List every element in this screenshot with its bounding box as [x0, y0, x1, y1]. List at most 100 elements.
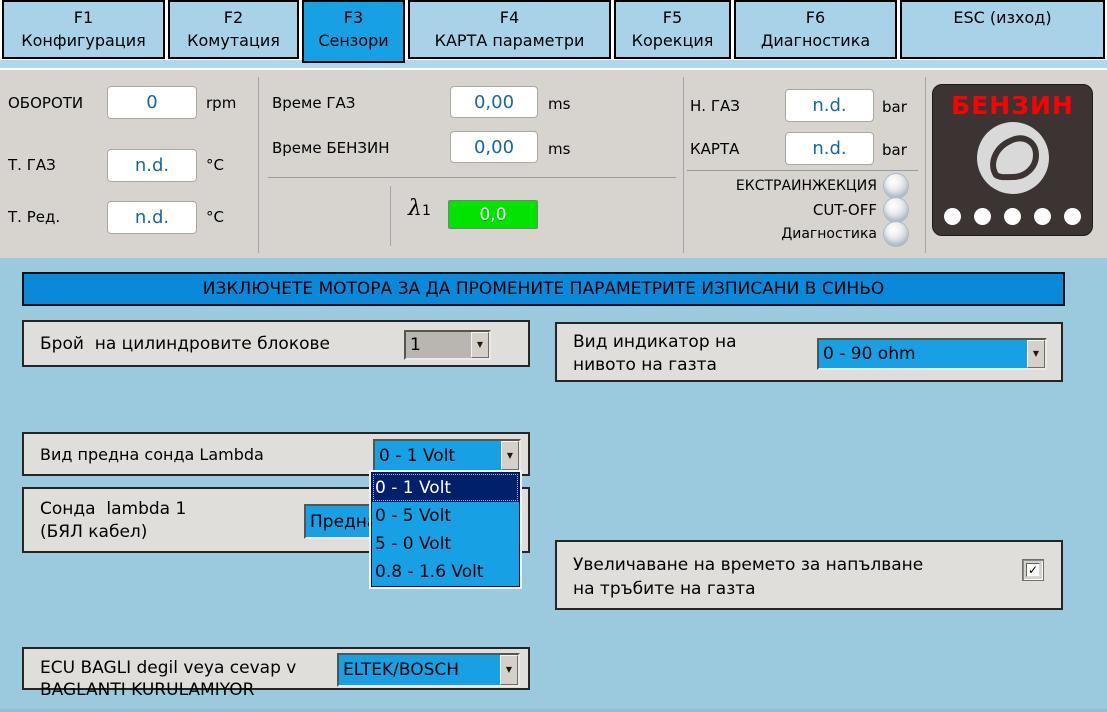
- chevron-down-icon: ▼: [1033, 350, 1039, 358]
- front-lambda-select[interactable]: 0 - 1 Volt ▼: [373, 439, 521, 472]
- lambda1-label: λ1: [408, 196, 431, 221]
- level-indicator-label: Вид индикатор нанивото на газта: [573, 331, 737, 377]
- tab-label: Диагностика: [736, 29, 895, 52]
- cylinder-count-select[interactable]: 1 ▼: [404, 330, 491, 360]
- panel-cylinder-count: Брой на цилиндровите блокове 1 ▼: [22, 320, 530, 367]
- tab-f6-diagnostics[interactable]: F6 Диагностика: [734, 0, 897, 59]
- tab-key: F4: [410, 6, 609, 29]
- t-reducer-value: n.d.: [107, 201, 197, 234]
- map-pressure-unit: bar: [882, 141, 907, 159]
- ecu-select[interactable]: ELTEK/BOSCH ▼: [337, 653, 520, 687]
- tab-key: F3: [304, 6, 403, 29]
- dropdown-arrow-button[interactable]: ▼: [501, 441, 519, 470]
- dropdown-arrow-button[interactable]: ▼: [1027, 340, 1045, 368]
- tab-label: Конфигурация: [4, 29, 163, 52]
- divider: [390, 186, 391, 246]
- dropdown-arrow-button[interactable]: ▼: [471, 332, 489, 358]
- lambda1-probe-label: Сонда lambda 1(БЯЛ кабел): [40, 498, 186, 544]
- time-petrol-label: Време БЕНЗИН: [272, 139, 390, 157]
- gas-pressure-value: n.d.: [785, 89, 874, 122]
- fuel-level-dot: [1034, 208, 1051, 225]
- fuel-level-dot: [1004, 208, 1021, 225]
- led-row-cutoff: CUT-OFF: [813, 198, 908, 222]
- pipe-fill-checkbox[interactable]: ✓: [1022, 559, 1044, 581]
- cylinder-count-label: Брой на цилиндровите блокове: [40, 334, 330, 354]
- map-pressure-label: КАРТА: [690, 140, 739, 158]
- divider: [687, 170, 918, 171]
- fuel-level-dot: [944, 208, 961, 225]
- time-gas-label: Време ГАЗ: [272, 94, 355, 112]
- time-gas-unit: ms: [548, 95, 570, 113]
- gas-pressure-label: Н. ГАЗ: [690, 97, 740, 115]
- cutoff-led-icon: [884, 198, 908, 222]
- map-pressure-value: n.d.: [785, 132, 874, 165]
- tab-f1-configuration[interactable]: F1 Конфигурация: [2, 0, 165, 59]
- tab-key: F1: [4, 6, 163, 29]
- panel-level-indicator: Вид индикатор нанивото на газта 0 - 90 o…: [555, 322, 1063, 382]
- divider: [258, 77, 259, 253]
- pipe-fill-label: Увеличаване на времето за напълванена тр…: [573, 553, 923, 601]
- time-petrol-unit: ms: [548, 140, 570, 158]
- fuel-level-dot: [974, 208, 991, 225]
- ecu-label-line2: BAGLANTI KURULAMIYOR: [40, 680, 254, 700]
- fuel-level-dots: [933, 208, 1092, 225]
- chevron-down-icon: ▼: [477, 341, 483, 349]
- level-indicator-value: 0 - 90 ohm: [819, 340, 1027, 368]
- t-reducer-label: Т. Ред.: [8, 208, 60, 226]
- front-lambda-options-list: 0 - 1 Volt 0 - 5 Volt 5 - 0 Volt 0.8 - 1…: [371, 472, 520, 587]
- tab-label: Корекция: [616, 29, 729, 52]
- engine-off-notice: ИЗКЛЮЧЕТЕ МОТОРА ЗА ДА ПРОМЕНИТЕ ПАРАМЕТ…: [22, 272, 1065, 306]
- led-row-extra-injection: ЕКСТРАИНЖЕКЦИЯ: [736, 174, 908, 198]
- option-5-0-volt[interactable]: 5 - 0 Volt: [372, 530, 519, 558]
- divider: [268, 177, 676, 178]
- t-gas-unit: °C: [206, 156, 224, 174]
- front-lambda-value: 0 - 1 Volt: [375, 441, 501, 470]
- tab-label: Сензори: [304, 29, 403, 52]
- led-row-diagnostics: Диагностика: [781, 222, 908, 246]
- option-0.8-1.6-volt[interactable]: 0.8 - 1.6 Volt: [372, 558, 519, 586]
- extra-injection-label: ЕКСТРАИНЖЕКЦИЯ: [736, 178, 877, 194]
- t-gas-value: n.d.: [107, 149, 197, 182]
- tab-strip: [0, 60, 1107, 68]
- rpm-unit: rpm: [206, 94, 236, 112]
- divider: [683, 77, 684, 253]
- fuel-level-dot: [1064, 208, 1081, 225]
- tab-f3-sensors[interactable]: F3 Сензори: [302, 0, 405, 63]
- tab-bar: F1 Конфигурация F2 Комутация F3 Сензори …: [0, 0, 1107, 62]
- ecu-value: ELTEK/BOSCH: [339, 655, 500, 685]
- cutoff-label: CUT-OFF: [813, 201, 877, 219]
- readout-panel: ОБОРОТИ 0 rpm Т. ГАЗ n.d. °C Т. Ред. n.d…: [0, 68, 1107, 258]
- petrol-mode-button[interactable]: БЕНЗИН: [932, 84, 1093, 236]
- panel-front-lambda: Вид предна сонда Lambda 0 - 1 Volt ▼: [22, 432, 530, 476]
- gas-pressure-unit: bar: [882, 98, 907, 116]
- tab-f4-map-parameters[interactable]: F4 КАРТА параметри: [408, 0, 611, 59]
- level-indicator-select[interactable]: 0 - 90 ohm ▼: [817, 338, 1047, 370]
- petrol-mode-label: БЕНЗИН: [951, 91, 1074, 120]
- checkmark-icon: ✓: [1026, 563, 1040, 577]
- chevron-down-icon: ▼: [506, 666, 512, 674]
- tab-f5-correction[interactable]: F5 Корекция: [614, 0, 731, 59]
- diagnostics-label: Диагностика: [781, 226, 877, 242]
- option-0-1-volt[interactable]: 0 - 1 Volt: [372, 473, 519, 502]
- ecu-label-line1: ECU BAGLI degil veya cevap v: [40, 658, 296, 678]
- panel-ecu: ECU BAGLI degil veya cevap v BAGLANTI KU…: [22, 647, 530, 690]
- dropdown-arrow-button[interactable]: ▼: [500, 655, 518, 685]
- lambda1-value: 0,0: [448, 200, 538, 229]
- gas-drop-icon: [975, 121, 1051, 197]
- tab-key: F6: [736, 6, 895, 29]
- panel-pipe-fill: Увеличаване на времето за напълванена тр…: [555, 540, 1063, 610]
- rpm-label: ОБОРОТИ: [8, 94, 83, 112]
- tab-esc-exit[interactable]: ESC (изход): [900, 0, 1105, 59]
- front-lambda-label: Вид предна сонда Lambda: [40, 445, 264, 464]
- rpm-value: 0: [107, 86, 197, 119]
- t-gas-label: Т. ГАЗ: [8, 156, 56, 174]
- option-0-5-volt[interactable]: 0 - 5 Volt: [372, 502, 519, 530]
- tab-label: Комутация: [170, 29, 297, 52]
- app-window: F1 Конфигурация F2 Комутация F3 Сензори …: [0, 0, 1107, 712]
- chevron-down-icon: ▼: [507, 452, 513, 460]
- tab-f2-commutation[interactable]: F2 Комутация: [168, 0, 299, 59]
- time-petrol-value: 0,00: [450, 131, 538, 163]
- tab-key: F2: [170, 6, 297, 29]
- tab-label: КАРТА параметри: [410, 29, 609, 52]
- extra-injection-led-icon: [884, 174, 908, 198]
